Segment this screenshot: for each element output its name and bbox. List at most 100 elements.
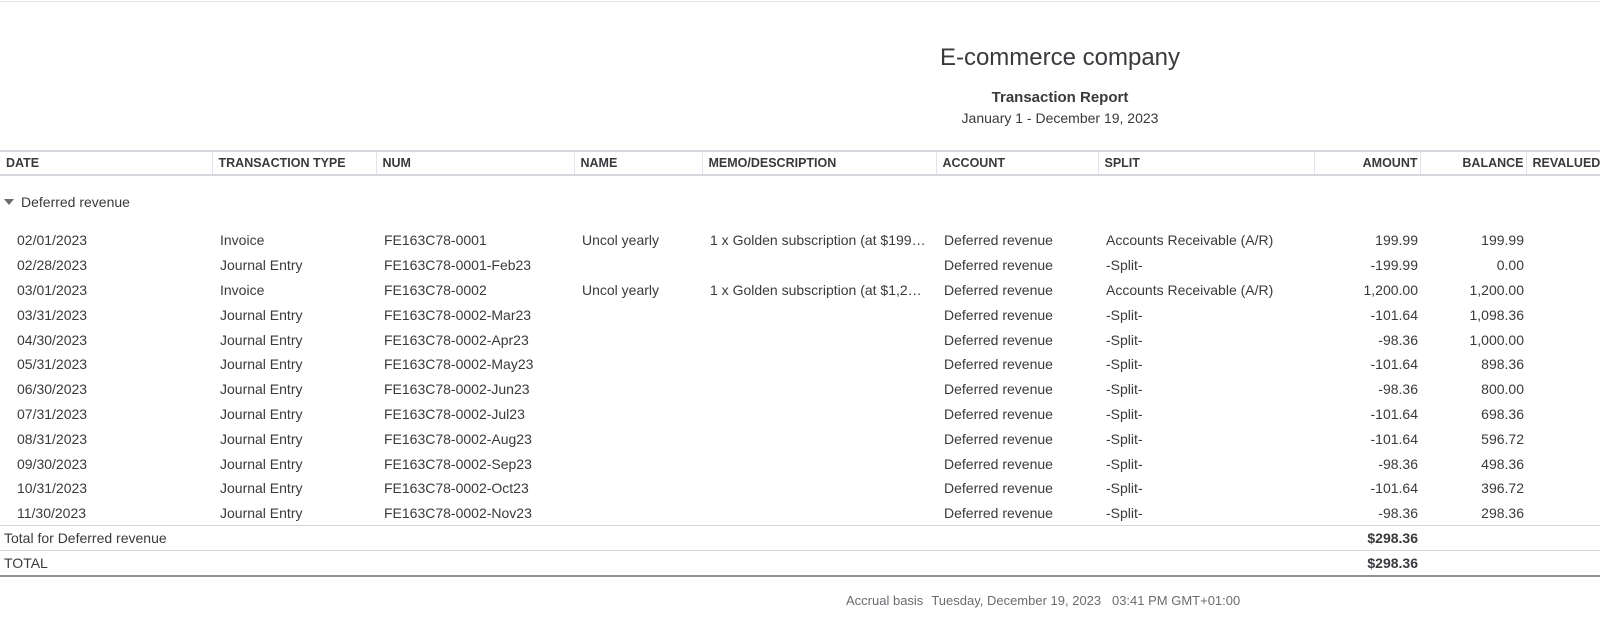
cell-amount[interactable]: -98.36 <box>1314 451 1420 476</box>
column-header-date[interactable]: DATE <box>0 151 213 175</box>
cell-transaction-type[interactable]: Journal Entry <box>212 352 376 377</box>
group-total-amount[interactable]: $298.36 <box>1314 525 1420 551</box>
cell-balance: 1,200.00 <box>1469 281 1525 298</box>
cell-num[interactable]: FE163C78-0001-Feb23 <box>376 253 574 278</box>
column-header-memo[interactable]: MEMO/DESCRIPTION <box>702 151 937 175</box>
cell-amount[interactable]: -101.64 <box>1314 352 1420 377</box>
cell-name <box>574 451 702 476</box>
cell-amount[interactable]: -101.64 <box>1314 476 1420 501</box>
column-header-transaction-type[interactable]: TRANSACTION TYPE <box>212 151 377 175</box>
cell-num[interactable]: FE163C78-0002-May23 <box>376 352 574 377</box>
cell-date: 06/30/2023 <box>17 381 88 398</box>
report-page: E-commerce company Transaction Report Ja… <box>0 0 1600 635</box>
cell-date: 09/30/2023 <box>17 455 88 472</box>
table-row[interactable]: 03/31/2023 Journal Entry FE163C78-0002-Mar… <box>0 302 1600 327</box>
table-row[interactable]: 10/31/2023 Journal Entry FE163C78-0002-Oct… <box>0 476 1600 501</box>
cell-date: 03/01/2023 <box>17 281 88 298</box>
cell-memo <box>702 426 936 451</box>
cell-transaction-type[interactable]: Journal Entry <box>212 327 376 352</box>
company-name[interactable]: E-commerce company <box>860 44 1260 72</box>
cell-num[interactable]: FE163C78-0002-Jun23 <box>376 377 574 402</box>
report-date-range[interactable]: January 1 - December 19, 2023 <box>860 110 1260 126</box>
collapse-caret-icon[interactable] <box>4 199 14 206</box>
cell-account: Deferred revenue <box>944 381 1053 398</box>
cell-amount[interactable]: -101.64 <box>1314 426 1420 451</box>
cell-num[interactable]: FE163C78-0001 <box>376 228 574 253</box>
cell-num[interactable]: FE163C78-0002 <box>376 278 574 303</box>
cell-split: -Split- <box>1106 455 1143 472</box>
cell-num[interactable]: FE163C78-0002-Apr23 <box>376 327 574 352</box>
cell-name: Uncol yearly <box>582 281 660 298</box>
column-header-amount[interactable]: AMOUNT <box>1314 151 1421 175</box>
column-header-name[interactable]: NAME <box>574 151 703 175</box>
cell-transaction-type[interactable]: Journal Entry <box>212 377 376 402</box>
cell-num[interactable]: FE163C78-0002-Jul23 <box>376 402 574 427</box>
cell-num[interactable]: FE163C78-0002-Aug23 <box>376 426 574 451</box>
cell-amount[interactable]: -101.64 <box>1314 402 1420 427</box>
column-header-split[interactable]: SPLIT <box>1098 151 1315 175</box>
table-row[interactable]: 02/01/2023 Invoice FE163C78-0001 Uncol year… <box>0 228 1600 253</box>
column-header-num[interactable]: NUM <box>376 151 575 175</box>
cell-account: Deferred revenue <box>944 281 1053 298</box>
cell-revalued <box>1526 253 1600 278</box>
cell-balance: 298.36 <box>1481 504 1524 521</box>
table-row[interactable]: 05/31/2023 Journal Entry FE163C78-0002-May… <box>0 352 1600 377</box>
cell-amount[interactable]: 199.99 <box>1314 228 1420 253</box>
cell-balance: 396.72 <box>1481 480 1524 497</box>
column-header-revalued[interactable]: REVALUED <box>1526 151 1600 175</box>
cell-name <box>574 352 702 377</box>
cell-split: -Split- <box>1106 306 1143 323</box>
table-row[interactable]: 11/30/2023 Journal Entry FE163C78-0002-Nov… <box>0 501 1600 526</box>
cell-transaction-type[interactable]: Journal Entry <box>212 302 376 327</box>
table-row[interactable]: 09/30/2023 Journal Entry FE163C78-0002-Sep… <box>0 451 1600 476</box>
cell-date: 05/31/2023 <box>17 356 88 373</box>
group-header-deferred-revenue[interactable]: Deferred revenue <box>0 175 1600 228</box>
cell-amount[interactable]: -101.64 <box>1314 302 1420 327</box>
table-row[interactable]: 06/30/2023 Journal Entry FE163C78-0002-Jun… <box>0 377 1600 402</box>
cell-amount[interactable]: -199.99 <box>1314 253 1420 278</box>
cell-memo <box>702 402 936 427</box>
cell-transaction-type[interactable]: Journal Entry <box>212 476 376 501</box>
cell-num[interactable]: FE163C78-0002-Sep23 <box>376 451 574 476</box>
cell-num[interactable]: FE163C78-0002-Oct23 <box>376 476 574 501</box>
cell-transaction-type[interactable]: Journal Entry <box>212 426 376 451</box>
cell-memo <box>702 501 936 526</box>
cell-date: 11/30/2023 <box>17 504 87 521</box>
column-header-balance[interactable]: BALANCE <box>1420 151 1527 175</box>
cell-memo <box>702 302 936 327</box>
cell-transaction-type[interactable]: Journal Entry <box>212 253 376 278</box>
cell-name: Uncol yearly <box>582 232 660 249</box>
cell-memo <box>702 253 936 278</box>
table-row[interactable]: 04/30/2023 Journal Entry FE163C78-0002-Apr… <box>0 327 1600 352</box>
cell-balance: 596.72 <box>1481 430 1524 447</box>
cell-num[interactable]: FE163C78-0002-Mar23 <box>376 302 574 327</box>
cell-amount[interactable]: -98.36 <box>1314 377 1420 402</box>
report-title[interactable]: Transaction Report <box>860 89 1260 106</box>
cell-account: Deferred revenue <box>944 306 1053 323</box>
cell-transaction-type[interactable]: Journal Entry <box>212 501 376 526</box>
cell-transaction-type[interactable]: Invoice <box>212 228 376 253</box>
cell-account: Deferred revenue <box>944 356 1053 373</box>
cell-revalued <box>1526 352 1600 377</box>
grand-total-amount[interactable]: $298.36 <box>1314 550 1420 578</box>
cell-name <box>574 327 702 352</box>
cell-balance: 898.36 <box>1481 356 1524 373</box>
cell-amount[interactable]: -98.36 <box>1314 327 1420 352</box>
cell-balance: 199.99 <box>1481 232 1524 249</box>
table-row[interactable]: 08/31/2023 Journal Entry FE163C78-0002-Aug… <box>0 426 1600 451</box>
cell-transaction-type[interactable]: Journal Entry <box>212 402 376 427</box>
cell-amount[interactable]: -98.36 <box>1314 501 1420 526</box>
cell-transaction-type[interactable]: Invoice <box>212 278 376 303</box>
cell-amount[interactable]: 1,200.00 <box>1314 278 1420 303</box>
cell-split: -Split- <box>1106 331 1143 348</box>
cell-num[interactable]: FE163C78-0002-Nov23 <box>376 501 574 526</box>
cell-name <box>574 476 702 501</box>
column-header-account[interactable]: ACCOUNT <box>936 151 1099 175</box>
table-row[interactable]: 07/31/2023 Journal Entry FE163C78-0002-Jul… <box>0 402 1600 427</box>
table-row[interactable]: 02/28/2023 Journal Entry FE163C78-0001-Feb… <box>0 253 1600 278</box>
cell-balance: 1,098.36 <box>1469 306 1525 323</box>
transaction-rows: 02/01/2023 Invoice FE163C78-0001 Uncol year… <box>0 228 1600 526</box>
table-row[interactable]: 03/01/2023 Invoice FE163C78-0002 Uncol year… <box>0 278 1600 303</box>
table-header-row: DATE TRANSACTION TYPE NUM NAME MEMO/DESC… <box>0 151 1600 175</box>
cell-transaction-type[interactable]: Journal Entry <box>212 451 376 476</box>
